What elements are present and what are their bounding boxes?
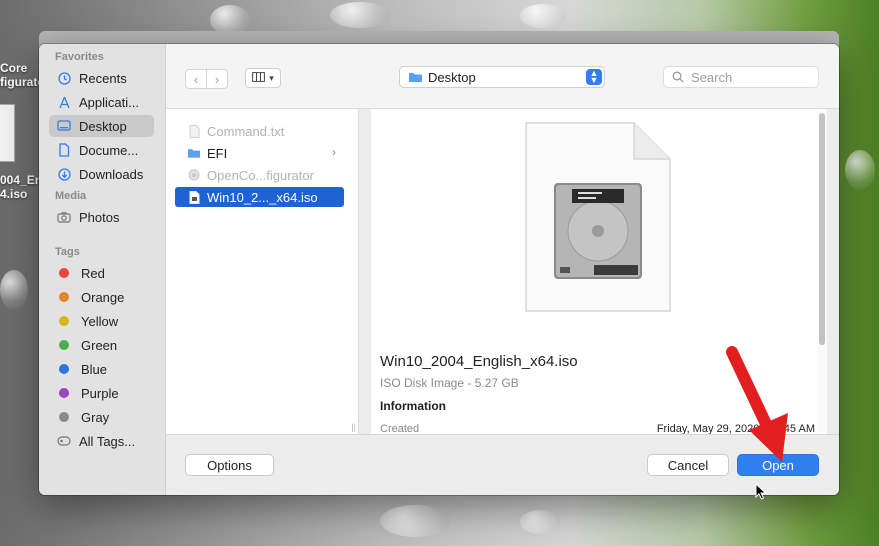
mouse-cursor-icon: [755, 483, 767, 500]
annotation-arrow: [726, 346, 788, 462]
